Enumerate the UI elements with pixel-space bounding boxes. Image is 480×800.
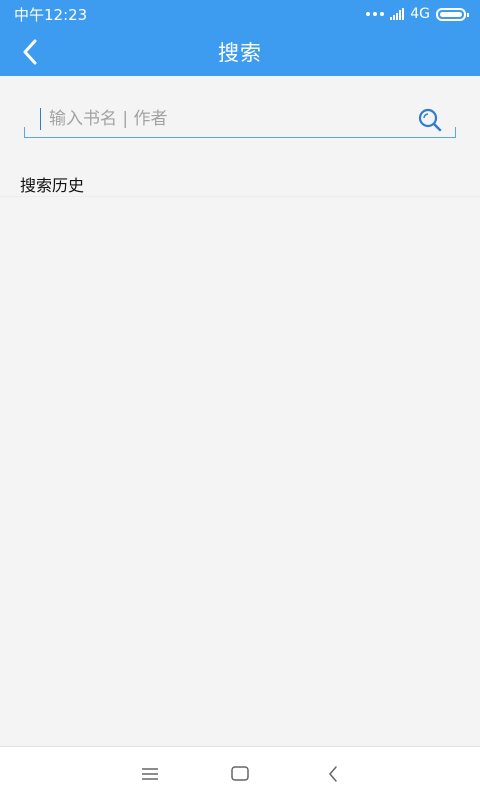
- menu-icon: [142, 768, 158, 780]
- back-icon: [329, 766, 337, 782]
- system-navigation-bar: [0, 746, 480, 800]
- network-type: 4G: [410, 6, 430, 22]
- search-history-title: 搜索历史: [20, 176, 85, 195]
- nav-back-button[interactable]: [320, 761, 346, 787]
- home-icon: [231, 766, 249, 781]
- more-dots-icon: [366, 12, 385, 16]
- nav-menu-button[interactable]: [137, 761, 163, 787]
- page-title: 搜索: [218, 41, 262, 65]
- text-cursor: [40, 108, 41, 130]
- search-button[interactable]: [418, 107, 444, 133]
- nav-home-button[interactable]: [227, 761, 253, 787]
- search-icon: [418, 108, 442, 132]
- history-divider: [0, 196, 480, 197]
- status-bar: 中午12:23 4G: [0, 0, 480, 28]
- search-bar: [24, 102, 456, 138]
- app-header: 搜索: [0, 28, 480, 76]
- search-input[interactable]: [49, 107, 409, 131]
- battery-icon: [436, 7, 469, 21]
- signal-strength-icon: [390, 8, 405, 20]
- back-button[interactable]: [10, 28, 50, 76]
- status-time: 中午12:23: [14, 5, 88, 24]
- back-arrow-icon: [23, 39, 37, 65]
- status-indicators: 4G: [366, 6, 469, 22]
